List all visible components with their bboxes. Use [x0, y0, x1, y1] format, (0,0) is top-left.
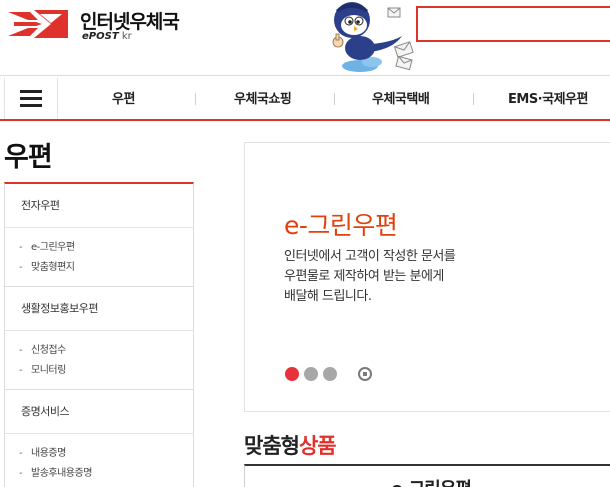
custom-product-heading: 맞춤형상품 [244, 430, 337, 460]
sidebar-item-e-mail-post[interactable]: 전자우편 [5, 184, 193, 227]
global-navigation: 우편 우체국쇼핑 우체국택배 EMS·국제우편 [0, 76, 610, 121]
dash-bullet: - [19, 242, 23, 253]
banner-title[interactable]: e-그린우편 [284, 206, 398, 242]
dash-bullet: - [19, 448, 23, 459]
sidebar-group: 전자우편 - e-그린우편 - 맞춤형편지 [5, 184, 193, 287]
mascot-illustration-icon [332, 2, 414, 72]
hamburger-icon [20, 90, 42, 93]
dash-bullet: - [19, 365, 23, 376]
banner-description-line: 배달해 드립니다. [284, 289, 372, 304]
gnb-item-mail[interactable]: 우편 [112, 88, 135, 107]
sidebar-subitem[interactable]: - e-그린우편 [5, 238, 193, 258]
heading-red-part: 상품 [298, 434, 337, 458]
sidebar-group: 생활정보홍보우편 - 신청접수 - 모니터링 [5, 287, 193, 390]
sidebar-submenu: - 내용증명 - 발송후내용증명 [5, 433, 193, 487]
sidebar-subitem-label: 맞춤형편지 [31, 262, 75, 273]
service-banner: e-그린우편 인터넷에서 고객이 작성한 문서를 우편물로 제작하여 받는 분에… [244, 142, 610, 412]
sidebar-subitem-label: e-그린우편 [31, 242, 75, 253]
gnb-divider [195, 93, 196, 105]
banner-description-line: 우편물로 제작하여 받는 분에게 [284, 269, 444, 284]
dash-bullet: - [19, 345, 23, 356]
sidebar-subitem[interactable]: - 신청접수 [5, 341, 193, 361]
site-header: 인터넷우체국 ePOST kr [0, 0, 610, 76]
postal-swallow-logo-icon [8, 10, 68, 38]
product-name: e-그린우편 [245, 475, 610, 487]
sidebar: 전자우편 - e-그린우편 - 맞춤형편지 생활정보홍보우편 - 신청접수 - 모니터링… [4, 182, 194, 487]
slide-dot[interactable] [323, 367, 337, 381]
stop-icon [363, 372, 367, 376]
hamburger-icon-line [20, 97, 42, 100]
dash-bullet: - [19, 262, 23, 273]
dash-bullet: - [19, 468, 23, 479]
sidebar-item-life-info-mail[interactable]: 생활정보홍보우편 [5, 287, 193, 330]
banner-description-line: 인터넷에서 고객이 작성한 문서를 [284, 249, 456, 264]
sidebar-submenu: - 신청접수 - 모니터링 [5, 330, 193, 389]
sidebar-subitem-label: 내용증명 [31, 448, 66, 459]
logo-title: 인터넷우체국 [80, 11, 180, 33]
slide-dot[interactable] [304, 367, 318, 381]
sidebar-subitem[interactable]: - 발송후내용증명 [5, 464, 193, 484]
page-title: 우편 [4, 142, 53, 173]
sidebar-subitem-label: 신청접수 [31, 345, 66, 356]
hamburger-icon-line [20, 104, 42, 107]
gnb-item-ems[interactable]: EMS·국제우편 [508, 88, 588, 107]
all-menu-button[interactable] [4, 78, 58, 119]
sidebar-subitem[interactable]: - 맞춤형편지 [5, 258, 193, 278]
sidebar-subitem[interactable]: - 모니터링 [5, 361, 193, 381]
sidebar-item-certification[interactable]: 증명서비스 [5, 390, 193, 433]
gnb-item-parcel[interactable]: 우체국택배 [372, 88, 430, 107]
logo-subtitle: ePOST kr [82, 31, 132, 42]
product-card[interactable]: e-그린우편 [244, 464, 610, 487]
sidebar-submenu: - e-그린우편 - 맞춤형편지 [5, 227, 193, 286]
logo-subtitle-main: ePOST [82, 31, 119, 42]
banner-description: 인터넷에서 고객이 작성한 문서를 우편물로 제작하여 받는 분에게 배달해 드… [284, 247, 524, 307]
slide-dot-active[interactable] [285, 367, 299, 381]
search-input[interactable] [418, 8, 610, 40]
sidebar-subitem-label: 발송후내용증명 [31, 468, 92, 479]
sidebar-group: 증명서비스 - 내용증명 - 발송후내용증명 [5, 390, 193, 487]
gnb-item-shopping[interactable]: 우체국쇼핑 [234, 88, 292, 107]
sidebar-subitem[interactable]: - 내용증명 [5, 444, 193, 464]
slide-pause-button[interactable] [358, 367, 372, 381]
logo-subtitle-suffix: kr [118, 31, 132, 42]
gnb-divider [473, 93, 474, 105]
search-box[interactable] [416, 6, 610, 42]
gnb-divider [334, 93, 335, 105]
epost-logo[interactable]: 인터넷우체국 ePOST kr [6, 4, 196, 46]
sidebar-subitem-label: 모니터링 [31, 365, 66, 376]
heading-dark-part: 맞춤형 [244, 434, 300, 458]
